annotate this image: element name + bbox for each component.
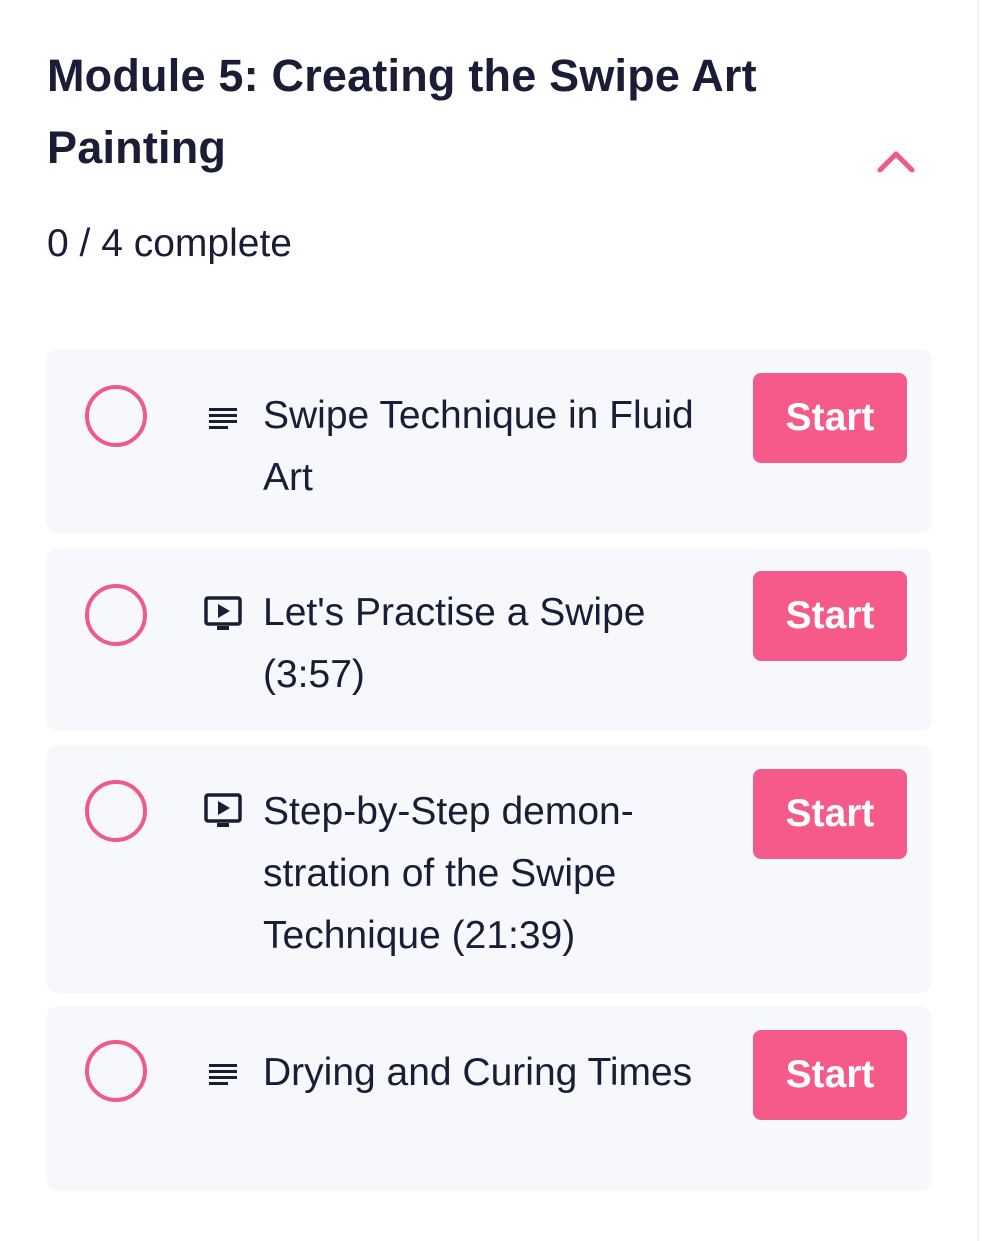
lesson-item[interactable]: Step-by-Step demon-stration of the Swipe…	[46, 745, 932, 993]
lesson-status-circle[interactable]	[85, 584, 147, 646]
module-progress-text: 0 / 4 complete	[47, 222, 292, 265]
module-card: Module 5: Creating the Swipe Art Paintin…	[0, 0, 979, 1241]
start-button[interactable]: Start	[753, 769, 907, 859]
lesson-status-circle[interactable]	[85, 1040, 147, 1102]
lesson-title[interactable]: Drying and Curing Times	[263, 1042, 733, 1104]
video-lesson-icon	[203, 791, 243, 831]
lesson-title[interactable]: Step-by-Step demon-stration of the Swipe…	[263, 781, 693, 967]
collapse-module-button[interactable]	[870, 140, 922, 182]
chevron-up-icon	[877, 151, 915, 173]
text-lesson-icon	[203, 1053, 243, 1093]
start-button[interactable]: Start	[753, 1030, 907, 1120]
start-button[interactable]: Start	[753, 373, 907, 463]
lesson-status-circle[interactable]	[85, 385, 147, 447]
lesson-status-circle[interactable]	[85, 780, 147, 842]
lesson-item[interactable]: Swipe Technique in Fluid Art Start	[46, 349, 932, 533]
video-lesson-icon	[203, 594, 243, 634]
lesson-title[interactable]: Swipe Technique in Fluid Art	[263, 385, 733, 509]
start-button[interactable]: Start	[753, 571, 907, 661]
lesson-item[interactable]: Drying and Curing Times Start	[46, 1006, 932, 1191]
text-lesson-icon	[203, 397, 243, 437]
lesson-item[interactable]: Let's Practise a Swipe (3:57) Start	[46, 548, 932, 731]
module-title: Module 5: Creating the Swipe Art Paintin…	[47, 50, 757, 173]
lesson-title[interactable]: Let's Practise a Swipe (3:57)	[263, 582, 733, 706]
